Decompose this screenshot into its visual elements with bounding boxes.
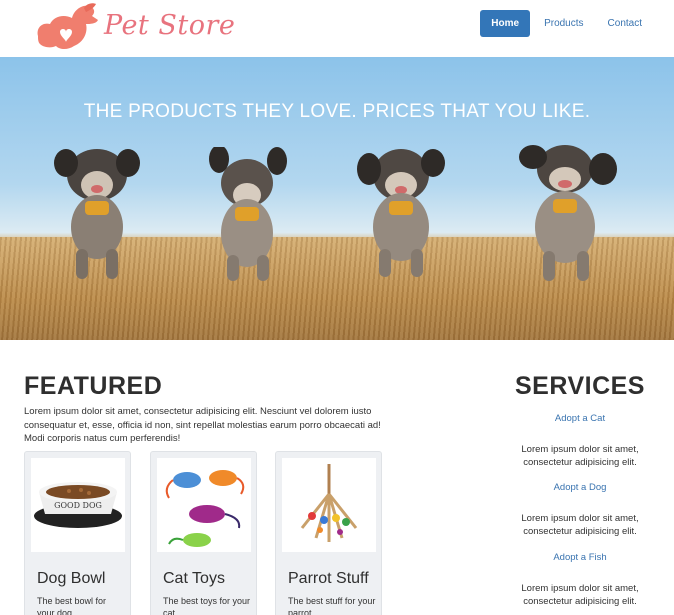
site-header: Pet Store Home Products Contact [0, 0, 674, 57]
product-card-cat-toys[interactable]: Cat Toys The best toys for your cat. [150, 451, 257, 615]
card-title: Parrot Stuff [288, 570, 369, 587]
card-title: Cat Toys [163, 570, 225, 587]
service-text: Lorem ipsum dolor sit amet, consectetur … [521, 583, 639, 607]
service-text: Lorem ipsum dolor sit amet, consectetur … [521, 513, 639, 537]
running-dog-image [357, 149, 445, 277]
card-text: The best stuff for your parrot. [288, 596, 376, 615]
nav-contact[interactable]: Contact [598, 10, 652, 37]
running-dog-image [54, 149, 140, 279]
featured-heading: FEATURED [24, 372, 163, 400]
dog-bowl-image: GOOD DOG [31, 458, 125, 552]
hero-banner: THE PRODUCTS THEY LOVE. PRICES THAT YOU … [0, 57, 674, 340]
services-heading: SERVICES [515, 372, 645, 400]
cat-toys-image [157, 458, 251, 552]
logo[interactable]: Pet Store [34, 2, 235, 54]
nav-home[interactable]: Home [480, 10, 531, 37]
card-text: The best bowl for your dog. [37, 596, 107, 615]
hero-title: THE PRODUCTS THEY LOVE. PRICES THAT YOU … [83, 101, 591, 122]
running-dog-image [209, 147, 287, 281]
service-text: Lorem ipsum dolor sit amet, consectetur … [521, 444, 639, 468]
logo-text: Pet Store [104, 10, 236, 41]
card-text: The best toys for your cat. [163, 596, 251, 615]
service-link-adopt-cat[interactable]: Adopt a Cat [500, 413, 660, 424]
nav-products[interactable]: Products [534, 10, 593, 37]
dog-logo-icon [37, 3, 98, 49]
running-dog-image [519, 145, 617, 281]
card-title: Dog Bowl [37, 570, 106, 587]
service-link-adopt-fish[interactable]: Adopt a Fish [500, 552, 660, 563]
product-card-parrot-stuff[interactable]: Parrot Stuff The best stuff for your par… [275, 451, 382, 615]
main-nav: Home Products Contact [480, 10, 652, 37]
service-link-adopt-dog[interactable]: Adopt a Dog [500, 482, 660, 493]
bowl-label: GOOD DOG [54, 501, 102, 510]
product-card-dog-bowl[interactable]: GOOD DOG Dog Bowl The best bowl for your… [24, 451, 131, 615]
featured-description: Lorem ipsum dolor sit amet, consectetur … [24, 406, 381, 444]
parrot-stuff-image [282, 458, 376, 552]
